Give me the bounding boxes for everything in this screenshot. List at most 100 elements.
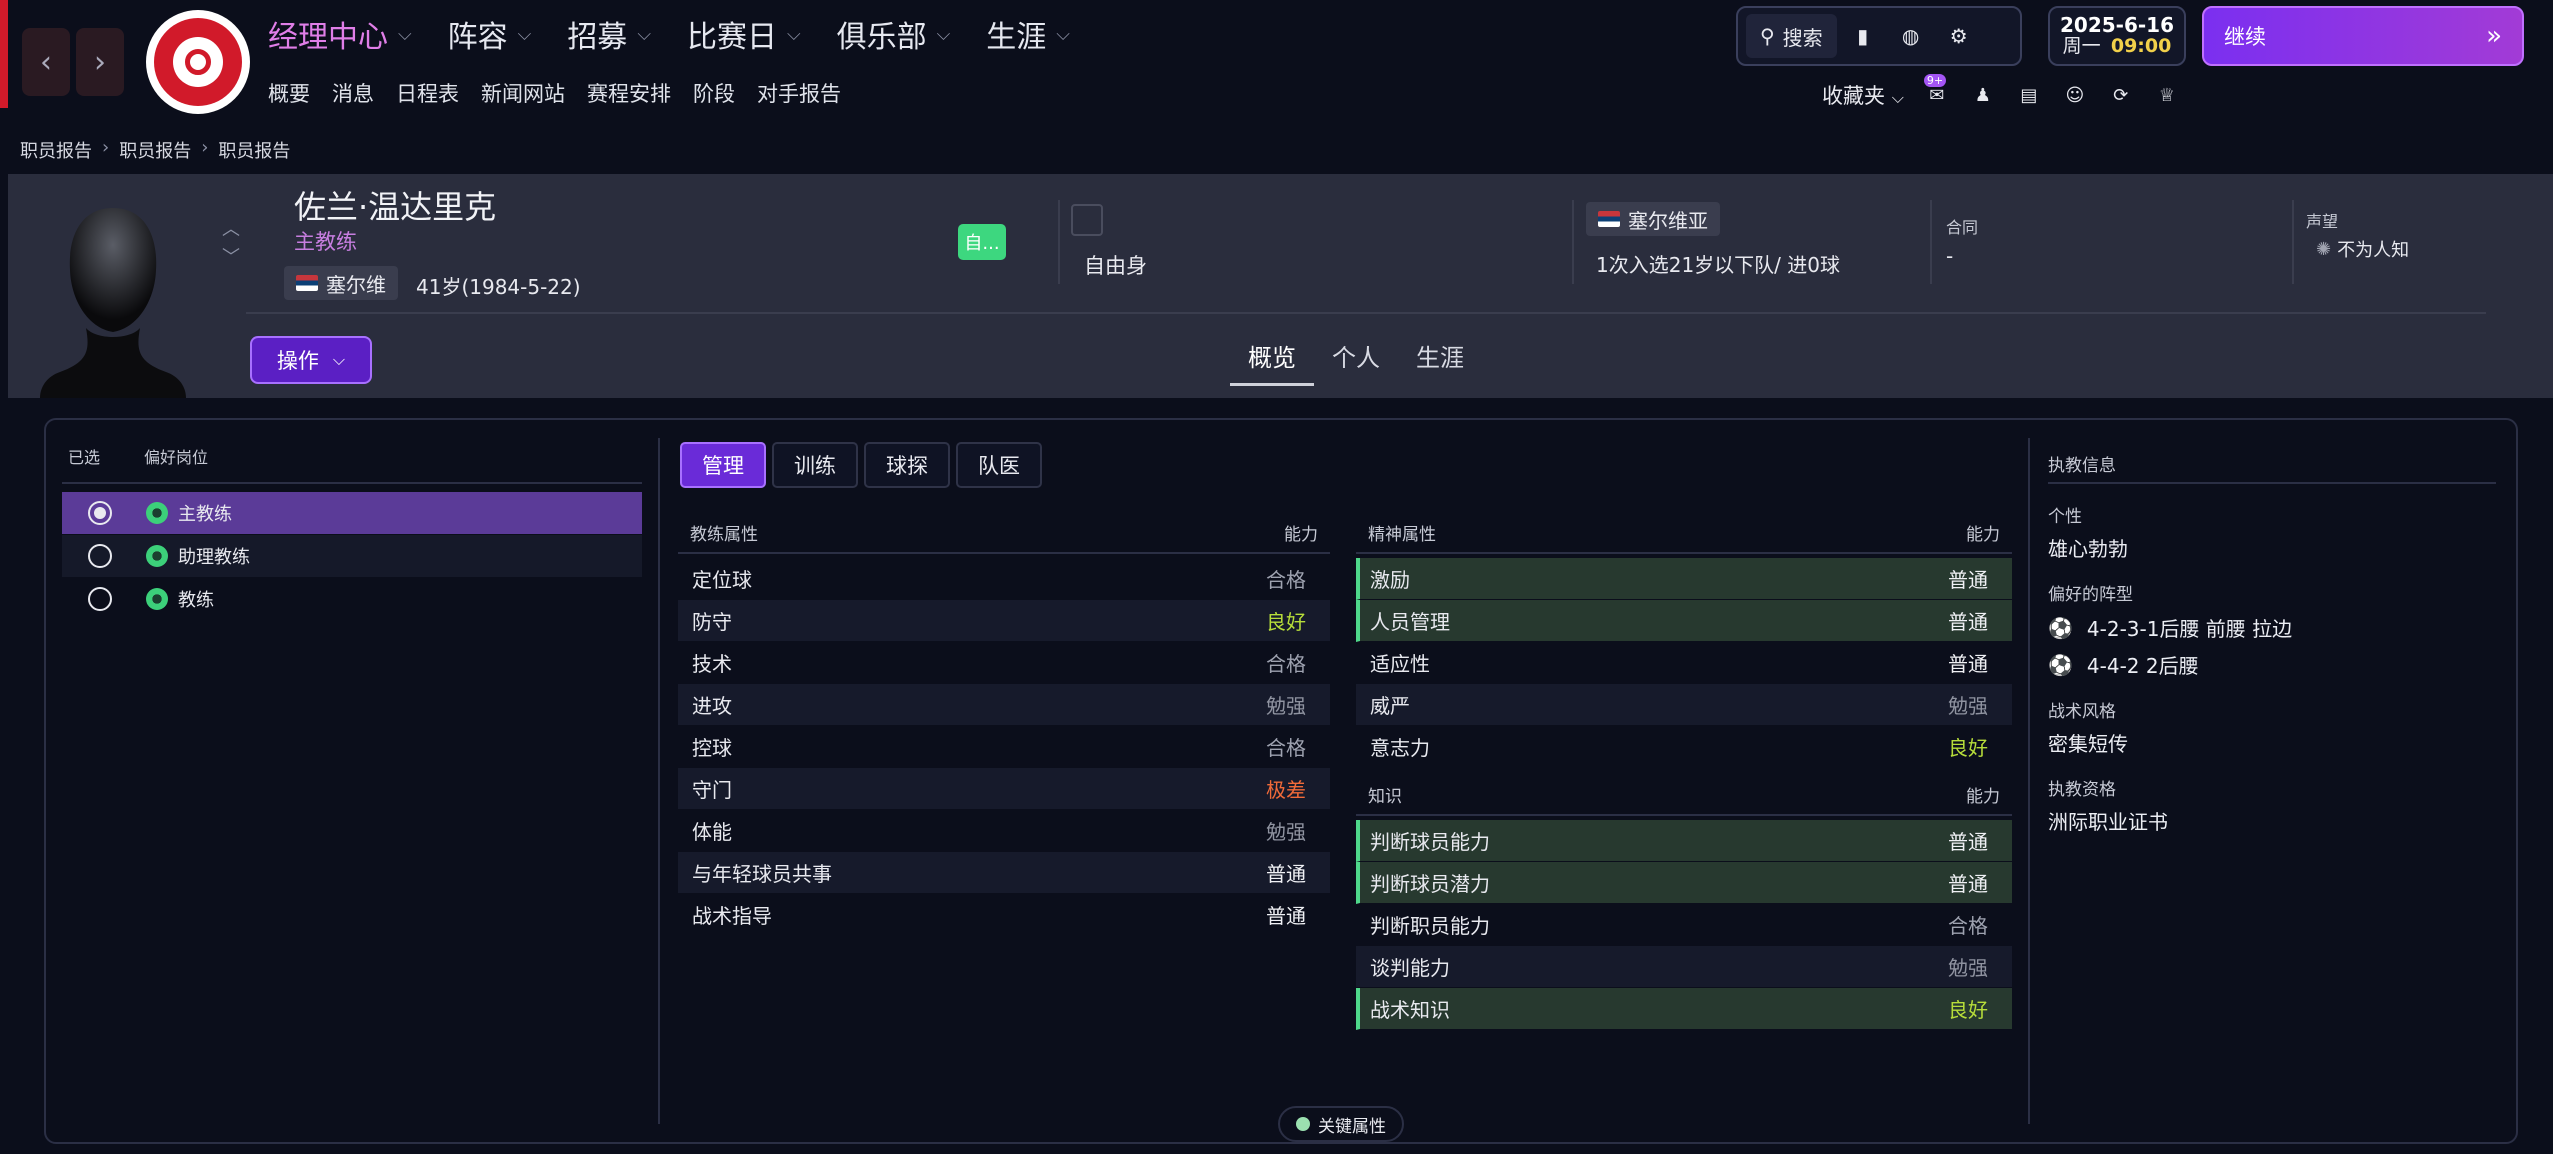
subnav-fixtures[interactable]: 赛程安排 bbox=[587, 78, 671, 108]
subnav-opposition[interactable]: 对手报告 bbox=[757, 78, 841, 108]
messages-button[interactable]: 9+ ✉ bbox=[1923, 74, 1950, 108]
chevron-down-icon: ⌵ bbox=[398, 23, 412, 45]
tab-career[interactable]: 生涯 bbox=[1398, 338, 1482, 386]
tab-personal[interactable]: 个人 bbox=[1314, 338, 1398, 386]
role-radio[interactable] bbox=[88, 501, 112, 525]
subnav-inbox[interactable]: 消息 bbox=[332, 78, 374, 108]
breadcrumb-item[interactable]: 职员报告 bbox=[20, 137, 92, 163]
refresh-button[interactable]: ⟳ bbox=[2108, 82, 2134, 108]
attribute-row[interactable]: 进攻 勉强 bbox=[678, 684, 1330, 726]
chevron-right-icon: › bbox=[201, 137, 209, 158]
favorites-dropdown[interactable]: 收藏夹 ⌵ bbox=[1822, 80, 1904, 110]
settings-button[interactable]: ⚙ bbox=[1937, 14, 1981, 58]
nav-club[interactable]: 俱乐部 ⌵ bbox=[837, 12, 951, 56]
nav-squad[interactable]: 阵容 ⌵ bbox=[448, 12, 532, 56]
chevron-up-icon[interactable]: ︿ bbox=[222, 216, 240, 244]
notification-badge: 9+ bbox=[1923, 74, 1947, 87]
reputation-icon: ✺ bbox=[2316, 238, 2332, 260]
attribute-row-key[interactable]: 人员管理 普通 bbox=[1356, 600, 2012, 642]
key-dot-icon bbox=[1296, 1117, 1310, 1131]
attribute-row-key[interactable]: 判断球员潜力 普通 bbox=[1356, 862, 2012, 904]
attribute-row[interactable]: 战术指导 普通 bbox=[678, 894, 1330, 936]
search-button[interactable]: ⚲ 搜索 bbox=[1746, 14, 1837, 58]
role-rating-icon bbox=[146, 588, 168, 610]
breadcrumb: 职员报告 › 职员报告 › 职员报告 bbox=[20, 137, 290, 163]
game-date[interactable]: 2025-6-16 周一 09:00 bbox=[2048, 6, 2186, 66]
attribute-row-key[interactable]: 战术知识 良好 bbox=[1356, 988, 2012, 1030]
continue-button[interactable]: 继续 » bbox=[2202, 6, 2524, 66]
key-attributes-legend[interactable]: 关键属性 bbox=[1278, 1106, 1404, 1142]
clipboard-icon: ▤ bbox=[2020, 84, 2038, 106]
tab-management[interactable]: 管理 bbox=[680, 442, 766, 488]
subnav-calendar[interactable]: 日程表 bbox=[396, 78, 459, 108]
nav-career[interactable]: 生涯 ⌵ bbox=[986, 12, 1070, 56]
nav-recruitment[interactable]: 招募 ⌵ bbox=[567, 12, 651, 56]
top-bar: ‹ › 经理中心 ⌵ 阵容 ⌵ 招募 ⌵ 比赛日 ⌵ 俱乐部 ⌵ 生涯 ⌵ 概要 消息 日程… bbox=[0, 0, 2553, 128]
formation-item[interactable]: ⚽ 4-2-3-1后腰 前腰 拉边 bbox=[2048, 613, 2496, 642]
people-icon: ☺ bbox=[2065, 84, 2085, 106]
club-crest-placeholder bbox=[1071, 204, 1103, 236]
knowledge-header: 知识 bbox=[1368, 786, 1402, 807]
status-badge[interactable]: 自... bbox=[958, 224, 1006, 260]
role-row[interactable]: 教练 bbox=[62, 578, 642, 620]
attribute-row[interactable]: 防守 良好 bbox=[678, 600, 1330, 642]
coaching-info-header: 执教信息 bbox=[2048, 444, 2496, 484]
trophy-button[interactable]: ♕ bbox=[2154, 82, 2180, 108]
gear-icon: ⚙ bbox=[1949, 24, 1968, 48]
attribute-row[interactable]: 与年轻球员共事 普通 bbox=[678, 852, 1330, 894]
subnav-overview[interactable]: 概要 bbox=[268, 78, 310, 108]
kit-button[interactable]: ♟ bbox=[1970, 82, 1996, 108]
staff-navigator[interactable]: ︿ ﹀ bbox=[222, 216, 240, 272]
attribute-row[interactable]: 适应性 普通 bbox=[1356, 642, 2012, 684]
nav-matchday[interactable]: 比赛日 ⌵ bbox=[687, 12, 801, 56]
action-button[interactable]: 操作 ⌵ bbox=[250, 336, 372, 384]
nationality-badge[interactable]: 塞尔维 bbox=[284, 266, 398, 300]
staff-role[interactable]: 主教练 bbox=[294, 226, 357, 256]
role-row[interactable]: 主教练 bbox=[62, 492, 642, 534]
personality-label: 个性 bbox=[2048, 507, 2082, 527]
tab-overview[interactable]: 概览 bbox=[1230, 338, 1314, 386]
mental-header: 精神属性 bbox=[1368, 524, 1436, 545]
license-label: 执教资格 bbox=[2048, 780, 2116, 800]
formation-label: 偏好的阵型 bbox=[2048, 585, 2133, 605]
forward-button[interactable]: › bbox=[76, 28, 124, 96]
staff-name: 佐兰·温达里克 bbox=[294, 188, 497, 226]
tab-medical[interactable]: 队医 bbox=[956, 442, 1042, 488]
tab-training[interactable]: 训练 bbox=[772, 442, 858, 488]
chevron-left-icon: ‹ bbox=[40, 44, 52, 80]
national-team-badge[interactable]: 塞尔维亚 bbox=[1586, 202, 1720, 236]
world-button[interactable]: ◍ bbox=[1889, 14, 1933, 58]
chevron-down-icon[interactable]: ﹀ bbox=[222, 244, 240, 272]
attribute-row[interactable]: 定位球 合格 bbox=[678, 558, 1330, 600]
attribute-row[interactable]: 体能 勉强 bbox=[678, 810, 1330, 852]
role-radio[interactable] bbox=[88, 544, 112, 568]
attribute-row[interactable]: 守门 极差 bbox=[678, 768, 1330, 810]
profile-tabs: 概览 个人 生涯 bbox=[1230, 338, 1482, 386]
formation-item[interactable]: ⚽ 4-4-2 2后腰 bbox=[2048, 650, 2496, 679]
trophy-icon: ♕ bbox=[2158, 84, 2175, 106]
shirt-icon: ♟ bbox=[1974, 84, 1991, 106]
attribute-row[interactable]: 判断职员能力 合格 bbox=[1356, 904, 2012, 946]
mental-attributes: 精神属性 能力 激励 普通 人员管理 普通 适应性 普通 威严 勉强 意志力 良好 知识 能力… bbox=[1356, 512, 2012, 1030]
breadcrumb-item: 职员报告 bbox=[218, 141, 291, 162]
contract-label: 合同 bbox=[1946, 218, 1979, 237]
breadcrumb-item[interactable]: 职员报告 bbox=[119, 137, 191, 163]
back-button[interactable]: ‹ bbox=[22, 28, 70, 96]
nav-manager-center[interactable]: 经理中心 ⌵ bbox=[268, 12, 412, 56]
attribute-row[interactable]: 谈判能力 勉强 bbox=[1356, 946, 2012, 988]
attribute-row[interactable]: 技术 合格 bbox=[678, 642, 1330, 684]
staff-button[interactable]: ☺ bbox=[2062, 82, 2088, 108]
tab-scouting[interactable]: 球探 bbox=[864, 442, 950, 488]
attribute-row[interactable]: 威严 勉强 bbox=[1356, 684, 2012, 726]
subnav-stages[interactable]: 阶段 bbox=[693, 78, 735, 108]
club-logo[interactable] bbox=[146, 10, 250, 114]
role-radio[interactable] bbox=[88, 587, 112, 611]
attribute-row-key[interactable]: 激励 普通 bbox=[1356, 558, 2012, 600]
bookmark-button[interactable]: ▮ bbox=[1841, 14, 1885, 58]
attribute-row[interactable]: 意志力 良好 bbox=[1356, 726, 2012, 768]
subnav-news[interactable]: 新闻网站 bbox=[481, 78, 565, 108]
board-button[interactable]: ▤ bbox=[2016, 82, 2042, 108]
attribute-row-key[interactable]: 判断球员能力 普通 bbox=[1356, 820, 2012, 862]
attribute-row[interactable]: 控球 合格 bbox=[678, 726, 1330, 768]
role-row[interactable]: 助理教练 bbox=[62, 535, 642, 577]
